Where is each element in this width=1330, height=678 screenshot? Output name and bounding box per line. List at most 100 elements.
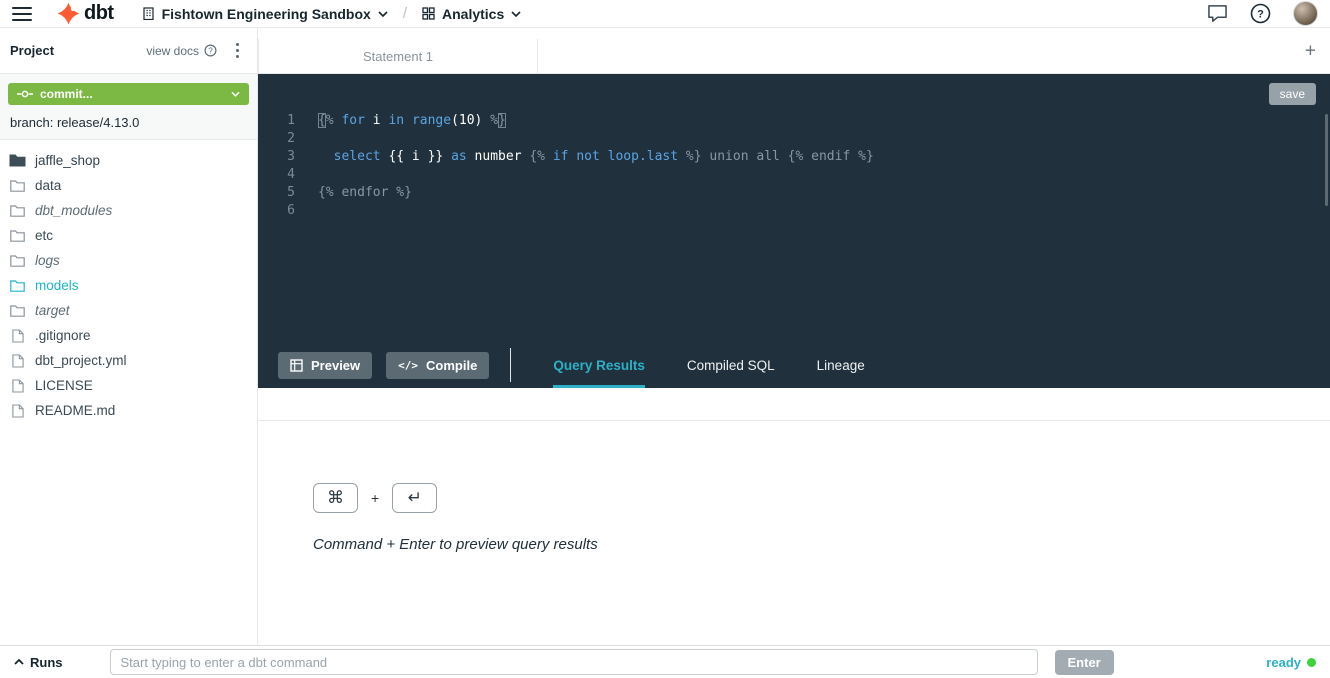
tree-item-label: README.md bbox=[35, 403, 115, 418]
code-line-4: 4 bbox=[258, 166, 1330, 184]
branch-label: branch: release/4.13.0 bbox=[0, 105, 257, 130]
enter-button[interactable]: Enter bbox=[1055, 650, 1114, 675]
tree-item-dbt-project-yml[interactable]: dbt_project.yml bbox=[0, 348, 257, 373]
tree-item-models[interactable]: models bbox=[0, 273, 257, 298]
user-avatar[interactable] bbox=[1293, 1, 1318, 26]
tree-item-logs[interactable]: logs bbox=[0, 248, 257, 273]
chevron-down-icon bbox=[511, 11, 521, 17]
chevron-down-icon bbox=[378, 11, 388, 17]
compile-button[interactable]: </> Compile bbox=[386, 352, 489, 379]
commit-button[interactable]: commit... bbox=[8, 83, 249, 105]
tree-item-label: jaffle_shop bbox=[35, 153, 100, 168]
results-tab-lineage[interactable]: Lineage bbox=[817, 342, 865, 388]
sidebar-menu-icon[interactable] bbox=[227, 39, 247, 62]
add-tab-icon[interactable]: + bbox=[1305, 41, 1316, 60]
keyboard-shortcut: ⌘ + ↵ bbox=[313, 483, 1330, 513]
command-key-icon: ⌘ bbox=[313, 483, 358, 513]
breadcrumb-separator: / bbox=[403, 5, 407, 22]
svg-text:?: ? bbox=[208, 46, 213, 55]
editor-scrollbar[interactable] bbox=[1325, 114, 1328, 206]
folder-icon bbox=[9, 180, 26, 192]
shortcut-hint-text: Command + Enter to preview query results bbox=[313, 536, 1330, 553]
view-docs-label: view docs bbox=[146, 44, 199, 58]
grid-icon bbox=[422, 7, 435, 20]
code-content: 1{% for i in range(10) %}23 select {{ i … bbox=[258, 74, 1330, 220]
code-line-6: 6 bbox=[258, 202, 1330, 220]
chat-icon[interactable] bbox=[1207, 4, 1228, 23]
tab-statement-1[interactable]: Statement 1 bbox=[258, 39, 538, 73]
preview-button[interactable]: Preview bbox=[278, 352, 372, 379]
code-line-2: 2 bbox=[258, 130, 1330, 148]
tree-item-data[interactable]: data bbox=[0, 173, 257, 198]
git-section: commit... branch: release/4.13.0 bbox=[0, 74, 257, 140]
status-dot bbox=[1307, 658, 1316, 667]
view-docs-link[interactable]: view docs ? bbox=[146, 44, 217, 58]
file-tree: jaffle_shopdata dbt_modulesetc logs models t… bbox=[0, 140, 257, 431]
results-toolbar: Preview </> Compile Query Results Compile… bbox=[258, 342, 1330, 388]
folder-icon bbox=[9, 305, 26, 317]
enter-key-icon: ↵ bbox=[392, 483, 437, 513]
git-commit-icon bbox=[17, 89, 33, 99]
folder-icon bbox=[9, 154, 26, 167]
tree-item-gitignore[interactable]: .gitignore bbox=[0, 323, 257, 348]
file-icon bbox=[9, 379, 26, 393]
tree-item-label: .gitignore bbox=[35, 328, 91, 343]
svg-text:?: ? bbox=[1257, 8, 1264, 20]
help-icon[interactable]: ? bbox=[1250, 3, 1271, 24]
results-header-strip bbox=[258, 388, 1330, 421]
toolbar-divider bbox=[510, 348, 511, 382]
account-selector[interactable]: Fishtown Engineering Sandbox bbox=[142, 6, 388, 22]
dbt-logo-text: dbt bbox=[84, 2, 114, 25]
tree-item-label: etc bbox=[35, 228, 53, 243]
hamburger-menu-icon[interactable] bbox=[12, 7, 32, 21]
top-bar: dbt Fishtown Engineering Sandbox / Analy… bbox=[0, 0, 1330, 28]
plus-separator: + bbox=[371, 490, 379, 506]
tree-item-label: models bbox=[35, 278, 79, 293]
status-label: ready bbox=[1266, 655, 1301, 670]
chevron-down-icon[interactable] bbox=[231, 91, 240, 97]
tree-item-label: dbt_project.yml bbox=[35, 353, 127, 368]
tree-item-label: logs bbox=[35, 253, 60, 268]
building-icon bbox=[142, 7, 155, 20]
runs-label: Runs bbox=[30, 655, 63, 670]
folder-icon bbox=[9, 205, 26, 217]
docs-help-icon: ? bbox=[204, 44, 217, 57]
folder-icon bbox=[9, 255, 26, 267]
tree-item-etc[interactable]: etc bbox=[0, 223, 257, 248]
tab-label: Statement 1 bbox=[363, 49, 433, 64]
project-selector[interactable]: Analytics bbox=[422, 6, 521, 22]
folder-icon bbox=[9, 230, 26, 242]
dbt-command-input[interactable] bbox=[110, 649, 1038, 675]
file-icon bbox=[9, 404, 26, 418]
results-empty-state: ⌘ + ↵ Command + Enter to preview query r… bbox=[258, 421, 1330, 645]
results-tab-compiled-sql[interactable]: Compiled SQL bbox=[687, 342, 775, 388]
tree-item-target[interactable]: target bbox=[0, 298, 257, 323]
chevron-up-icon bbox=[14, 659, 24, 665]
commit-button-label: commit... bbox=[40, 87, 93, 101]
dbt-logo: dbt bbox=[56, 1, 114, 26]
line-number: 1 bbox=[258, 112, 295, 130]
tree-item-license[interactable]: LICENSE bbox=[0, 373, 257, 398]
tree-item-label: data bbox=[35, 178, 61, 193]
tree-item-jaffle-shop[interactable]: jaffle_shop bbox=[0, 148, 257, 173]
runs-toggle[interactable]: Runs bbox=[14, 655, 63, 670]
code-editor[interactable]: save 1{% for i in range(10) %}23 select … bbox=[258, 74, 1330, 342]
folder-icon bbox=[9, 280, 26, 292]
line-number: 4 bbox=[258, 166, 295, 184]
code-line-5: 5{% endfor %} bbox=[258, 184, 1330, 202]
save-button[interactable]: save bbox=[1269, 83, 1316, 105]
preview-grid-icon bbox=[290, 359, 303, 372]
code-line-1: 1{% for i in range(10) %} bbox=[258, 112, 1330, 130]
line-number: 6 bbox=[258, 202, 295, 220]
command-bar: Runs Enter ready bbox=[0, 645, 1330, 678]
tree-item-readme-md[interactable]: README.md bbox=[0, 398, 257, 423]
preview-button-label: Preview bbox=[311, 358, 360, 373]
main-area: Statement 1 + save 1{% for i in range(10… bbox=[258, 28, 1330, 645]
account-name: Fishtown Engineering Sandbox bbox=[162, 6, 371, 22]
file-icon bbox=[9, 354, 26, 368]
tree-item-dbt-modules[interactable]: dbt_modules bbox=[0, 198, 257, 223]
results-tab-query-results[interactable]: Query Results bbox=[553, 342, 645, 388]
code-line-3: 3 select {{ i }} as number {% if not loo… bbox=[258, 148, 1330, 166]
line-number: 3 bbox=[258, 148, 295, 166]
editor-tab-bar: Statement 1 + bbox=[258, 28, 1330, 74]
